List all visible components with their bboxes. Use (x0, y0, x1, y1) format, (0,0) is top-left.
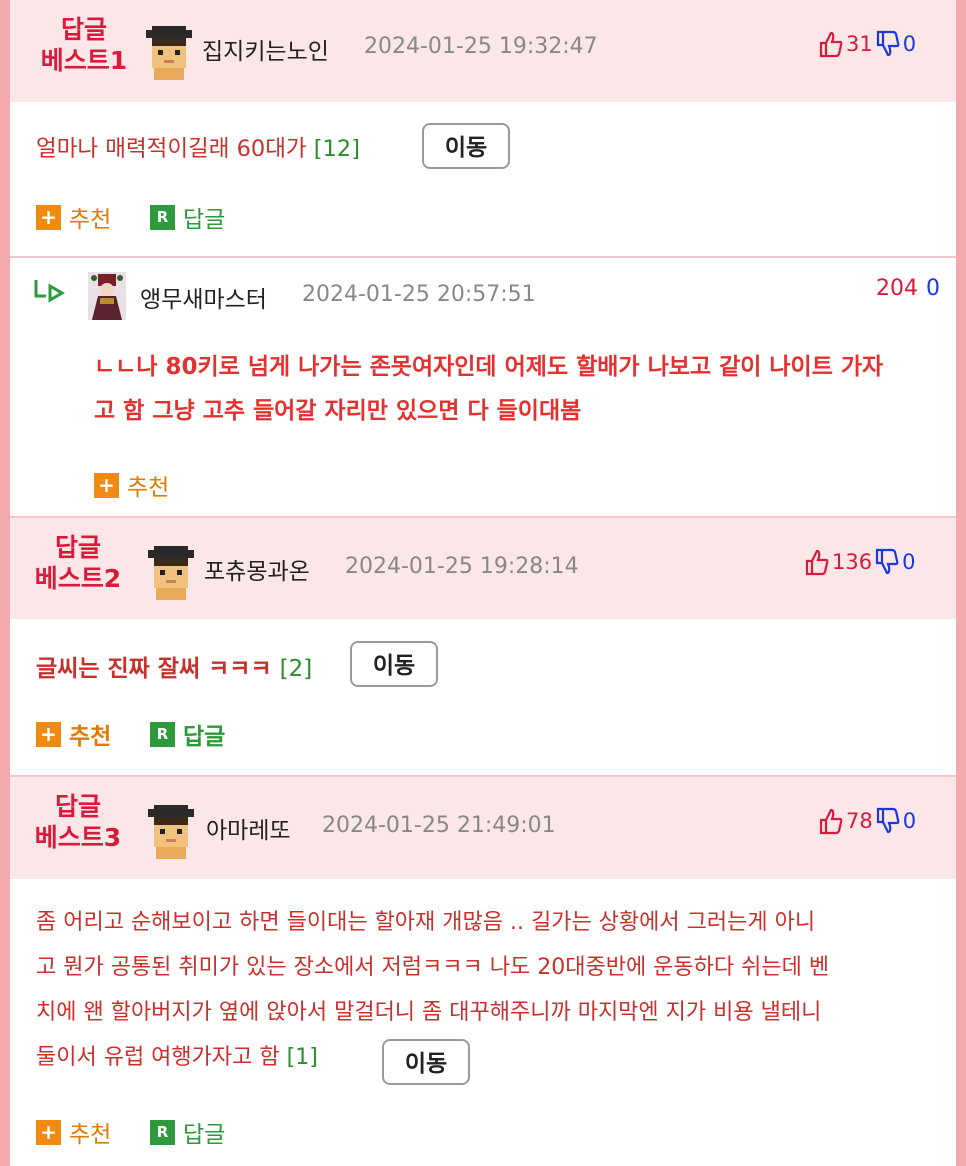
avatar-icon (88, 272, 126, 320)
downvote-count: 0 (902, 550, 916, 574)
comment-text: 얼마나 매력적이길래 60대가 [12] (36, 136, 360, 162)
move-button[interactable]: 이동 (350, 641, 438, 687)
upvote-count: 78 (846, 809, 873, 833)
upvote-count: 31 (846, 32, 873, 56)
reply-button[interactable]: R 답글 (150, 200, 225, 234)
recommend-button[interactable]: + 추천 (94, 468, 169, 502)
upvote-count: 136 (832, 550, 873, 574)
avatar-icon (146, 26, 192, 80)
downvote-count: 0 (902, 32, 917, 56)
reply-arrow-icon (34, 280, 65, 303)
thumbs-up-icon[interactable] (818, 30, 844, 58)
nickname[interactable]: 집지키는노인 (202, 32, 329, 66)
best-badge: 답글 베스트1 (40, 15, 128, 75)
downvote-count: 0 (902, 809, 917, 833)
thumbs-up-icon[interactable] (804, 548, 830, 576)
plus-icon: + (36, 721, 61, 747)
nickname[interactable]: 앵무새마스터 (140, 280, 267, 314)
comment-text: 글씨는 진짜 잘써 ㅋㅋㅋ [2] (36, 656, 313, 682)
timestamp: 2024-01-25 19:32:47 (364, 34, 598, 59)
reply-r-icon: R (150, 1119, 175, 1145)
reply-r-icon: R (150, 721, 175, 747)
comment-list: 답글 베스트1 집지키는노인 2024-01-25 19:32:47 31 0 … (10, 0, 956, 1166)
comment-header: 답글 베스트1 집지키는노인 2024-01-25 19:32:47 31 0 (10, 0, 956, 102)
recommend-button[interactable]: + 추천 (36, 717, 111, 751)
reply-count: [12] (313, 136, 360, 162)
reply-count: [1] (286, 1045, 318, 1070)
comment-header: 답글 베스트2 포츄몽과온 2024-01-25 19:28:14 136 0 (10, 518, 956, 619)
vote-counts: 78 0 (818, 807, 916, 835)
plus-icon: + (36, 1119, 61, 1145)
timestamp: 2024-01-25 20:57:51 (302, 282, 536, 307)
thumbs-down-icon[interactable] (875, 807, 901, 835)
plus-icon: + (94, 472, 119, 498)
timestamp: 2024-01-25 21:49:01 (322, 813, 556, 838)
best-badge: 답글 베스트3 (34, 792, 122, 852)
downvote-count: 0 (926, 276, 940, 301)
best-badge: 답글 베스트2 (34, 533, 122, 593)
plus-icon: + (36, 204, 61, 230)
reply-count: [2] (279, 656, 313, 682)
reply-r-icon: R (150, 204, 175, 230)
reply-comment: 앵무새마스터 2024-01-25 20:57:51 204 0 ㄴㄴ나 80키… (10, 258, 956, 516)
vote-counts: 31 0 (818, 30, 916, 58)
avatar-icon (148, 546, 194, 600)
reply-text: ㄴㄴ나 80키로 넘게 나가는 존못여자인데 어제도 할배가 나보고 같이 나이… (94, 354, 884, 424)
comment-header: 답글 베스트3 아마레또 2024-01-25 21:49:01 78 0 (10, 777, 956, 879)
nickname[interactable]: 포츄몽과온 (204, 552, 310, 586)
avatar-icon (148, 805, 194, 859)
reply-button[interactable]: R 답글 (150, 1115, 225, 1149)
move-button[interactable]: 이동 (382, 1039, 470, 1085)
nickname[interactable]: 아마레또 (206, 811, 291, 845)
vote-counts: 204 0 (876, 276, 940, 301)
recommend-button[interactable]: + 추천 (36, 1115, 111, 1149)
vote-counts: 136 0 (804, 548, 915, 576)
timestamp: 2024-01-25 19:28:14 (345, 554, 579, 579)
reply-button[interactable]: R 답글 (150, 717, 225, 751)
thumbs-up-icon[interactable] (818, 807, 844, 835)
recommend-button[interactable]: + 추천 (36, 200, 111, 234)
thumbs-down-icon[interactable] (874, 548, 900, 576)
thumbs-down-icon[interactable] (875, 30, 901, 58)
upvote-count: 204 (876, 276, 918, 301)
move-button[interactable]: 이동 (422, 123, 510, 169)
